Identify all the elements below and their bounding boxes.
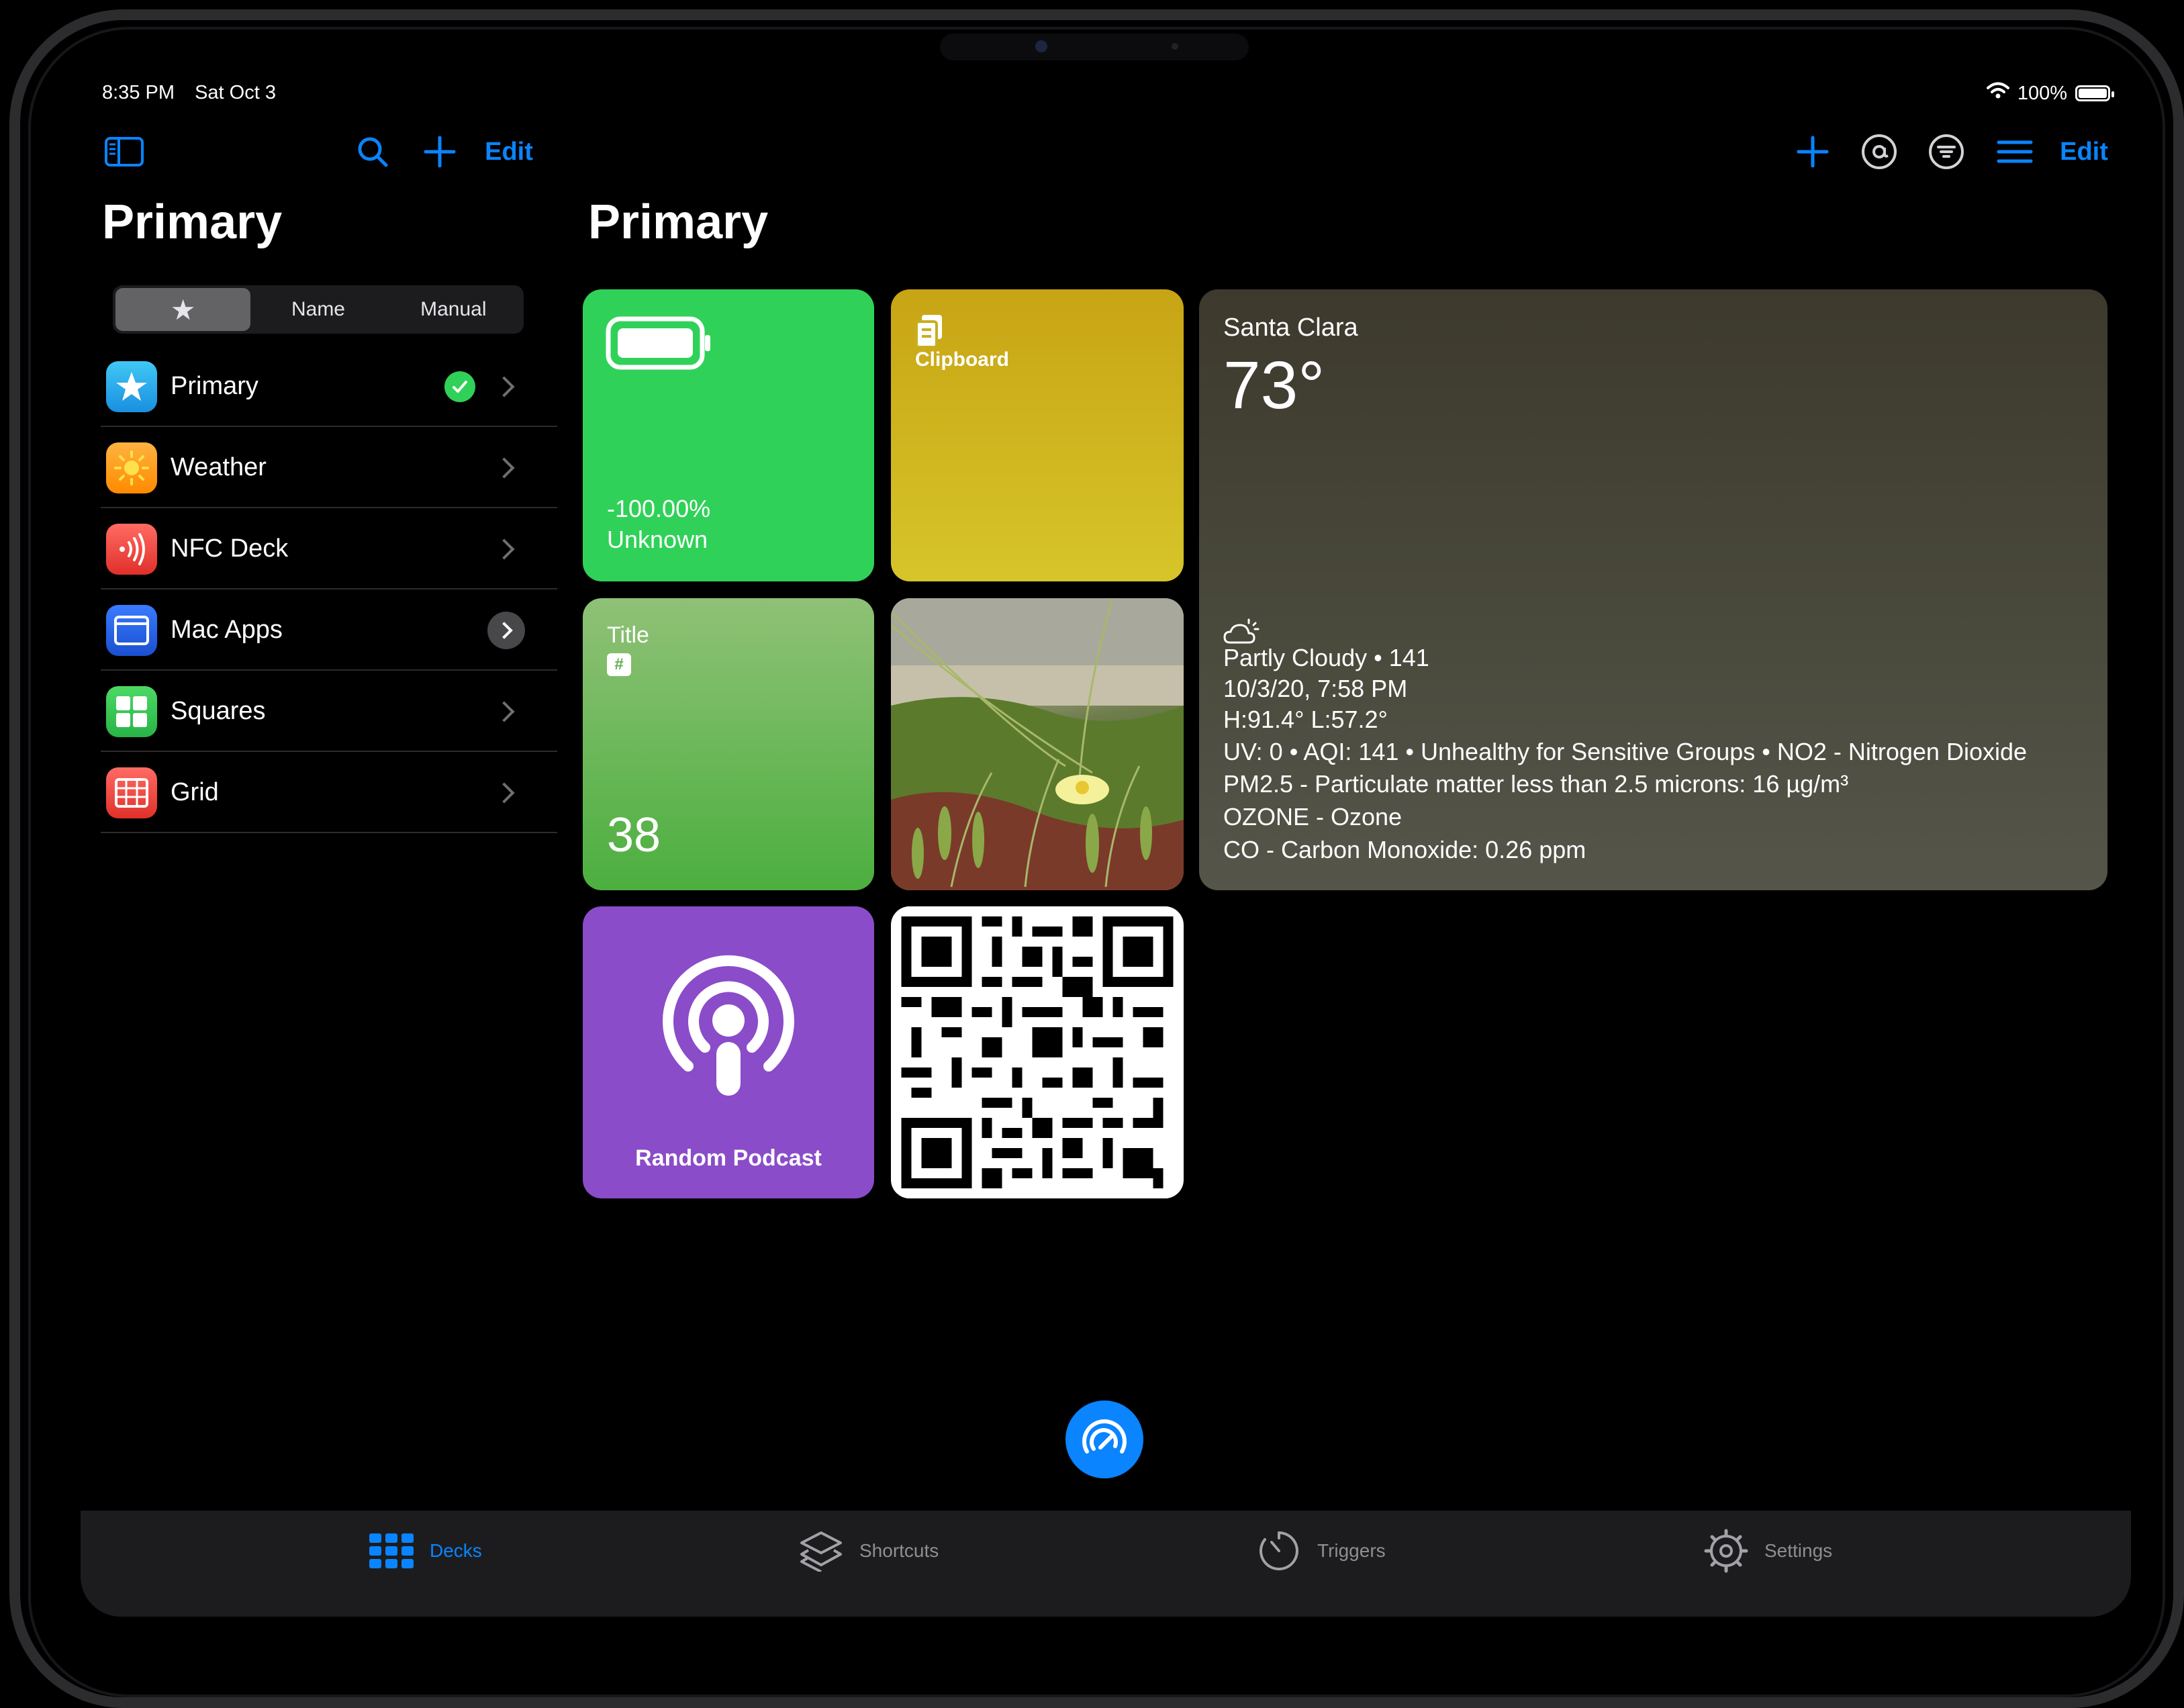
sidebar-item-primary[interactable]: Primary [101, 346, 557, 427]
battery-percent: -100.00% [607, 495, 711, 522]
segment-manual[interactable]: Manual [386, 288, 521, 331]
status-date: Sat Oct 3 [195, 82, 276, 103]
podcast-icon [655, 953, 802, 1104]
hamburger-icon [1997, 140, 2033, 163]
title-tile[interactable]: Title # 38 [583, 598, 874, 890]
flower-photo [891, 598, 1184, 890]
tab-label: Settings [1764, 1540, 1833, 1561]
sidebar-add-button[interactable] [420, 132, 460, 172]
weather-co: CO - Carbon Monoxide: 0.26 ppm [1223, 836, 1586, 863]
shortcuts-icon [800, 1531, 842, 1572]
weather-tile[interactable]: Santa Clara 73° Partly Cloudy • 141 10/3… [1199, 289, 2107, 890]
main-edit-button[interactable]: Edit [2057, 132, 2111, 172]
main-add-button[interactable] [1794, 132, 1832, 172]
status-time: 8:35 PM [102, 82, 175, 103]
battery-icon [2075, 85, 2114, 101]
weather-pm25: PM2.5 - Particulate matter less than 2.5… [1223, 770, 1849, 798]
plus-icon [1797, 136, 1829, 168]
timer-icon [1260, 1531, 1298, 1570]
tab-settings[interactable]: Settings [1704, 1511, 1832, 1591]
battery-icon [606, 316, 713, 373]
number-badge-icon: # [607, 653, 631, 676]
camera-dot [1035, 40, 1047, 52]
tab-triggers[interactable]: Triggers [1257, 1511, 1386, 1591]
plus-icon [424, 136, 456, 168]
tab-decks[interactable]: Decks [369, 1511, 482, 1591]
weather-hilo: H:91.4° L:57.2° [1223, 706, 1388, 733]
search-icon [358, 137, 388, 167]
tab-label: Decks [430, 1540, 482, 1561]
segment-name[interactable]: Name [250, 288, 385, 331]
sort-segmented-control: ★ Name Manual [113, 285, 524, 334]
photo-tile[interactable] [891, 598, 1184, 890]
deck-list: Primary Weather NFC Deck Mac Apps Square… [101, 346, 557, 833]
clipboard-label: Clipboard [915, 348, 1009, 371]
window-icon [106, 604, 157, 656]
battery-state: Unknown [607, 526, 708, 553]
wifi-icon [1986, 82, 2009, 105]
sidebar-edit-button[interactable]: Edit [482, 132, 536, 172]
tab-label: Shortcuts [859, 1540, 939, 1561]
filter-circle-icon [1929, 134, 1964, 169]
weather-updated: 10/3/20, 7:58 PM [1223, 675, 1408, 702]
sidebar-toggle-button[interactable] [101, 132, 148, 172]
segment-favorites[interactable]: ★ [115, 288, 251, 331]
gear-icon [1704, 1529, 1748, 1573]
sidebar-item-squares[interactable]: Squares [101, 671, 557, 752]
main-title: Primary [588, 195, 769, 249]
clipboard-tile[interactable]: Clipboard [891, 289, 1184, 581]
tab-bar: Decks Shortcuts Triggers Settings [81, 1511, 2131, 1617]
sidebar-title: Primary [102, 195, 283, 249]
grid-icon [106, 767, 157, 818]
weather-uv-aqi: UV: 0 • AQI: 141 • Unhealthy for Sensiti… [1223, 738, 2028, 765]
title-tile-value: 38 [607, 808, 661, 862]
sidebar-item-nfc-deck[interactable]: NFC Deck [101, 508, 557, 589]
menu-button[interactable] [1995, 132, 2034, 172]
tab-label: Triggers [1317, 1540, 1386, 1561]
sun-icon [106, 442, 157, 493]
checkmark-icon [444, 371, 475, 402]
sensor-dot [1172, 43, 1178, 50]
qr-code-tile[interactable] [891, 906, 1184, 1198]
squares-icon [106, 685, 157, 737]
random-podcast-tile[interactable]: Random Podcast [583, 906, 874, 1198]
sidebar-item-mac-apps[interactable]: Mac Apps [101, 589, 557, 671]
at-sign-button[interactable] [1860, 132, 1899, 172]
star-icon: ★ [170, 293, 196, 326]
star-icon [106, 361, 157, 412]
camera-housing [940, 34, 1249, 60]
weather-condition: Partly Cloudy • 141 [1223, 644, 1429, 671]
app-logo-button[interactable] [1065, 1401, 1143, 1478]
podcast-label: Random Podcast [635, 1145, 822, 1171]
at-circle-icon [1862, 134, 1897, 169]
search-button[interactable] [352, 132, 393, 172]
weather-temp: 73° [1223, 348, 1325, 423]
weather-ozone: OZONE - Ozone [1223, 803, 1403, 831]
qr-code [891, 906, 1184, 1198]
sidebar-item-grid[interactable]: Grid [101, 752, 557, 833]
sidebar-icon [105, 137, 144, 167]
weather-city: Santa Clara [1223, 314, 1358, 342]
filter-button[interactable] [1927, 132, 1966, 172]
clipboard-icon [914, 314, 945, 352]
disclosure-circle-icon[interactable] [487, 611, 525, 649]
sidebar-item-weather[interactable]: Weather [101, 427, 557, 508]
status-bar: 8:35 PM Sat Oct 3 100% [102, 82, 2114, 109]
tab-shortcuts[interactable]: Shortcuts [799, 1511, 939, 1591]
grid-icon [369, 1533, 414, 1568]
fingerprint-logo-icon [1082, 1419, 1127, 1454]
battery-tile[interactable]: -100.00% Unknown [583, 289, 874, 581]
battery-percent: 100% [2017, 82, 2067, 104]
nfc-icon [106, 523, 157, 575]
title-tile-title: Title [607, 622, 649, 648]
